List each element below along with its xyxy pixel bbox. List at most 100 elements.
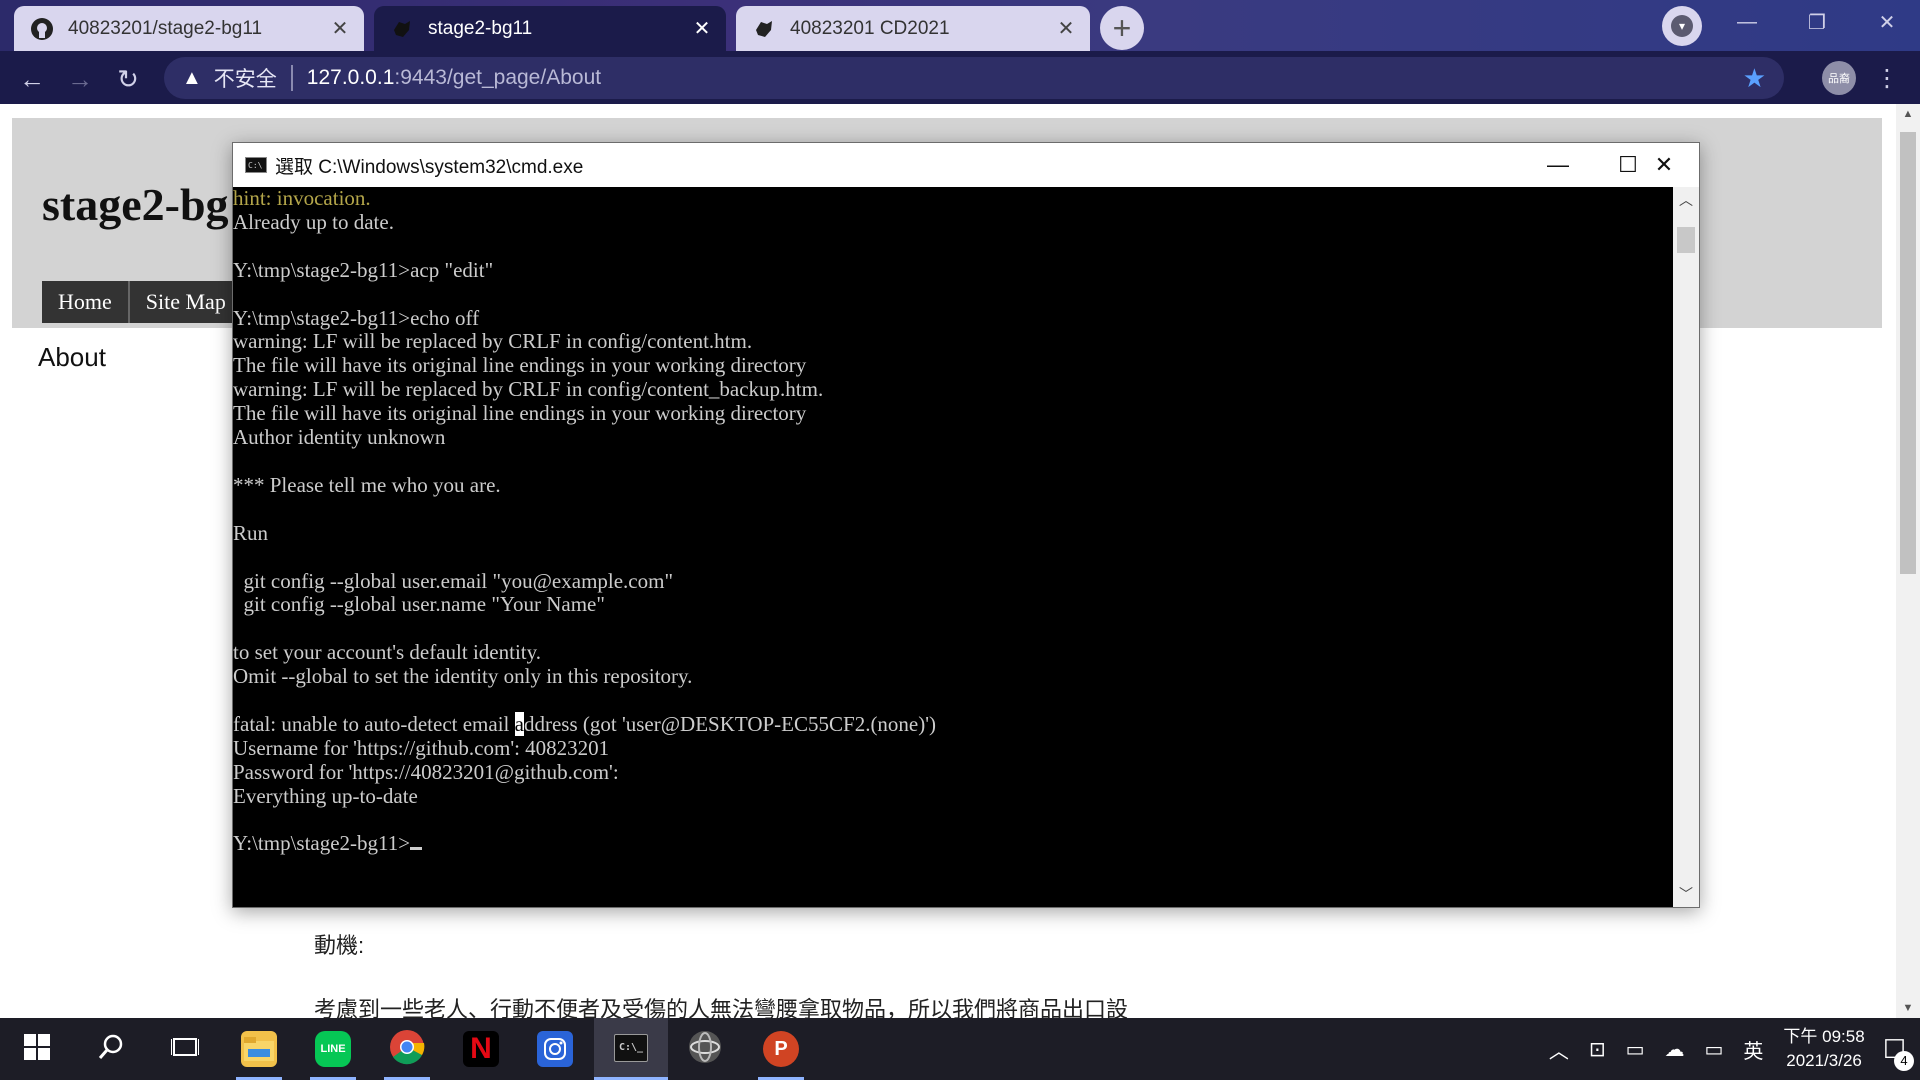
text-cursor [410,847,423,851]
cmd-icon: C:\ [245,157,267,173]
console-line: *** Please tell me who you are. [233,472,501,497]
taskbar-netflix[interactable]: N [444,1018,518,1080]
taskbar-instagram[interactable] [518,1018,592,1080]
ime-indicator[interactable]: 英 [1743,1035,1763,1064]
cmd-titlebar[interactable]: C:\ 選取 C:\Windows\system32\cmd.exe — ☐ ✕ [233,143,1699,187]
cmd-console[interactable]: hint: invocation. Already up to date. Y:\… [233,187,1673,907]
scroll-thumb[interactable] [1900,132,1916,574]
scroll-up-icon[interactable]: ▲ [1896,104,1920,124]
instagram-icon [537,1031,573,1067]
cmd-scrollbar[interactable]: ︿ ﹀ [1673,187,1699,907]
taskbar-powerpoint[interactable]: P [744,1018,818,1080]
taskbar-file-explorer[interactable] [222,1018,296,1080]
close-icon[interactable]: ✕ [690,17,714,41]
console-line: warning: LF will be replaced by CRLF in … [233,329,753,354]
taskbar: LINE N C:\_ P ︿ ⊡ ▭ ☁ ▭ 英 下午 09:58 2021/… [0,1018,1920,1080]
clock[interactable]: 下午 09:58 2021/3/26 [1783,1025,1864,1073]
task-view-icon [170,1035,200,1064]
more-menu-icon[interactable]: ⋮ [1872,61,1902,95]
console-line: fatal: unable to auto-detect email addre… [233,711,937,736]
address-bar[interactable]: ▲ 不安全 127.0.0.1 :9443/get_page/About ★ [164,57,1784,99]
taskbar-line[interactable]: LINE [296,1018,370,1080]
close-icon[interactable]: ✕ [1054,17,1078,41]
console-line: Y:\tmp\stage2-bg11>acp "edit" [233,257,494,282]
arrow-right-icon: → [67,63,93,94]
cmsimde-icon [752,17,776,41]
github-icon [30,17,54,41]
taskbar-search-button[interactable] [74,1018,148,1080]
new-tab-button[interactable]: + [1100,6,1144,50]
tab-title: stage2-bg11 [428,17,533,39]
taskbar-cmd[interactable]: C:\_ [594,1018,668,1080]
clock-date: 2021/3/26 [1786,1051,1862,1070]
console-line: warning: LF will be replaced by CRLF in … [233,377,824,402]
nav-home[interactable]: Home [42,281,130,323]
back-button[interactable]: ← [12,59,52,99]
cmd-close-button[interactable]: ✕ [1629,143,1699,187]
restore-button[interactable]: ❐ [1782,0,1852,44]
nav-site-map[interactable]: Site Map [130,281,244,323]
browser-toolbar: ← → ↻ ▲ 不安全 127.0.0.1 :9443/get_page/Abo… [0,51,1920,104]
onedrive-icon[interactable]: ☁ [1665,1037,1685,1062]
not-secure-label[interactable]: 不安全 [214,63,277,93]
cmd-icon: C:\_ [614,1033,648,1062]
clock-time: 下午 09:58 [1783,1027,1865,1046]
console-line: Omit --global to set the identity only i… [233,664,693,689]
bookmark-star-icon[interactable]: ★ [1743,63,1766,94]
scroll-down-icon[interactable]: ▼ [1896,998,1920,1018]
cmd-minimize-button[interactable]: — [1523,143,1593,187]
warning-icon: ▲ [182,66,202,89]
file-explorer-icon [241,1031,277,1067]
close-window-button[interactable]: ✕ [1852,0,1920,44]
chevron-down-icon: ▾ [1671,15,1693,37]
browser-tab-strip: 40823201/stage2-bg11 ✕ stage2-bg11 ✕ 408… [0,0,1920,51]
minimize-button[interactable]: — [1712,0,1782,44]
cmsimde-icon [390,17,414,41]
network-icon[interactable]: ▭ [1705,1037,1724,1062]
taskbar-siri[interactable] [668,1018,742,1080]
url-host: 127.0.0.1 [306,66,395,89]
cmd-window[interactable]: C:\ 選取 C:\Windows\system32\cmd.exe — ☐ ✕… [232,142,1700,908]
description-text: 考慮到一些老人、行動不便者及受傷的人無法彎腰拿取物品，所以我們將商品出口設 [314,997,1129,1018]
page-scrollbar[interactable]: ▲ ▼ [1896,104,1920,1018]
start-button[interactable] [0,1018,74,1080]
console-line: The file will have its original line end… [233,353,807,378]
forward-button[interactable]: → [60,59,100,99]
device-icon[interactable]: ⊡ [1589,1037,1606,1062]
menu-item-about[interactable]: About [38,342,106,373]
console-line: git config --global user.name "Your Name… [233,592,605,617]
powerpoint-icon: P [763,1031,799,1067]
tab-github[interactable]: 40823201/stage2-bg11 ✕ [14,6,364,51]
tab-title: 40823201/stage2-bg11 [68,17,263,39]
profile-avatar[interactable]: 品裔 [1822,61,1856,95]
close-icon[interactable]: ✕ [328,17,352,41]
tab-stage2-bg11[interactable]: stage2-bg11 ✕ [374,6,726,51]
scroll-thumb[interactable] [1677,227,1695,253]
task-view-button[interactable] [148,1018,222,1080]
notification-center-button[interactable]: ☐ 4 [1883,1034,1914,1071]
console-line: Already up to date. [233,209,394,234]
console-line: Author identity unknown [233,425,446,450]
taskbar-chrome[interactable] [370,1018,444,1080]
line-icon: LINE [315,1031,351,1067]
battery-icon[interactable]: ▭ [1626,1037,1645,1062]
tab-search-button[interactable]: ▾ [1662,6,1702,46]
chrome-icon [389,1029,425,1070]
console-line: hint: invocation. [233,187,371,210]
chevron-up-icon[interactable]: ︿ [1549,1035,1569,1064]
cmd-title: 選取 C:\Windows\system32\cmd.exe [275,156,584,178]
url-path: :9443/get_page/About [394,66,602,89]
system-tray: ︿ ⊡ ▭ ☁ ▭ 英 下午 09:58 2021/3/26 ☐ 4 [1539,1018,1920,1080]
console-line: Username for 'https://github.com': 40823… [233,735,610,760]
chevron-up-icon[interactable]: ︿ [1673,187,1699,213]
tab-cd2021[interactable]: 40823201 CD2021 ✕ [736,6,1090,51]
reload-button[interactable]: ↻ [108,59,148,99]
reload-icon: ↻ [117,63,139,94]
chevron-down-icon[interactable]: ﹀ [1673,881,1699,907]
